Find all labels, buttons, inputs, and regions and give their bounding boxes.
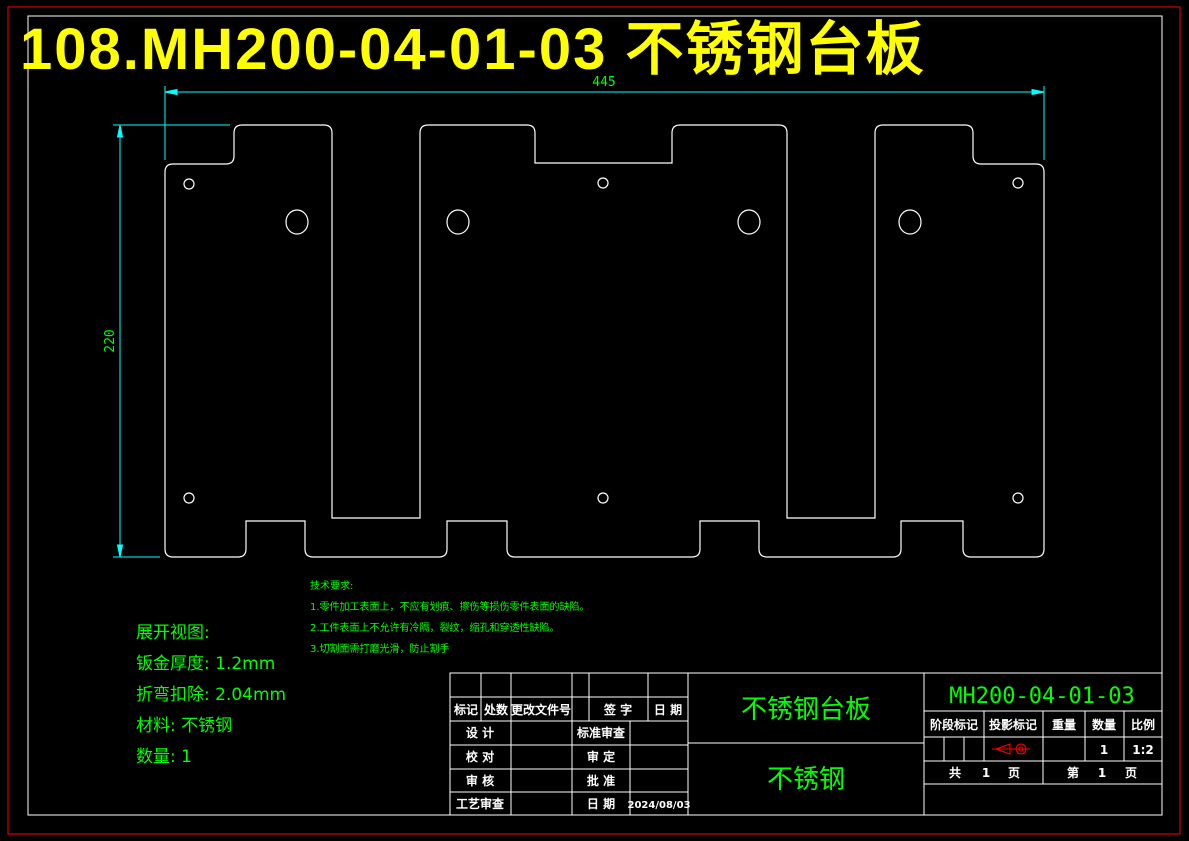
weight-label: 重量: [1052, 717, 1076, 732]
qty-label: 数量: [1092, 717, 1116, 732]
total-value: 1: [982, 766, 990, 780]
hdr-mark: 标记: [453, 702, 478, 717]
projection-label: 投影标记: [989, 717, 1037, 732]
total-unit: 页: [1008, 766, 1020, 780]
approve-fix-label: 审 定: [587, 749, 615, 764]
quantity: 数量: 1: [136, 747, 192, 767]
hole: [898, 209, 922, 235]
hole: [597, 492, 609, 504]
material-name: 不锈钢: [767, 765, 845, 795]
std-review-label: 标准审查: [576, 725, 626, 740]
sheet-unit: 页: [1125, 766, 1137, 780]
large-holes: [285, 209, 922, 235]
hdr-change-doc: 更改文件号: [511, 702, 571, 717]
stage-mark-label: 阶段标记: [930, 717, 978, 732]
dimension-height-label: 220: [103, 329, 118, 352]
tech-item: 1.零件加工表面上，不应有划痕、擦伤等损伤零件表面的缺陷。: [310, 602, 590, 613]
bend-deduction: 折弯扣除: 2.04mm: [136, 685, 287, 705]
drawing-number: MH200-04-01-03: [949, 684, 1134, 709]
tech-heading: 技术要求:: [310, 581, 354, 592]
review-label: 审 核: [466, 773, 494, 788]
hole: [1012, 177, 1024, 189]
hdr-date: 日 期: [654, 702, 682, 717]
sheet-value: 1: [1098, 766, 1106, 780]
sheet-thickness: 钣金厚度: 1.2mm: [136, 654, 276, 674]
hole: [183, 178, 195, 190]
scale-label: 比例: [1131, 717, 1155, 732]
date-value: 2024/08/03: [628, 800, 691, 811]
dimension-width: [164, 86, 1045, 160]
drawing-title: 108.MH200-04-01-03 不锈钢台板: [20, 17, 926, 82]
small-holes: [183, 177, 1024, 504]
check-label: 校 对: [466, 749, 494, 764]
hole: [446, 209, 470, 235]
hdr-sign: 签 字: [603, 702, 632, 717]
design-label: 设 计: [466, 725, 494, 740]
hole: [1012, 492, 1024, 504]
hdr-count: 处数: [483, 702, 509, 717]
unfold-heading: 展开视图:: [136, 623, 210, 643]
part-name: 不锈钢台板: [741, 695, 871, 725]
tech-item: 3.切割面需打磨光滑，防止割手: [310, 644, 450, 655]
material: 材料: 不锈钢: [136, 716, 233, 736]
hole: [737, 209, 761, 235]
hole: [285, 209, 309, 235]
sheet-label: 第: [1067, 765, 1079, 780]
process-label: 工艺审查: [456, 796, 505, 811]
hole: [597, 177, 609, 189]
approve-label: 批 准: [587, 773, 615, 788]
projection-symbol-icon: [992, 743, 1030, 755]
date-label: 日 期: [587, 796, 615, 811]
hole: [183, 492, 195, 504]
technical-requirements: 技术要求: 1.零件加工表面上，不应有划痕、擦伤等损伤零件表面的缺陷。 2.工件…: [310, 576, 590, 660]
tech-item: 2.工件表面上不允许有冷隔，裂纹，缩孔和穿透性缺陷。: [310, 623, 560, 634]
scale-value: 1:2: [1132, 743, 1154, 757]
unfold-info: 展开视图: 钣金厚度: 1.2mm 折弯扣除: 2.04mm 材料: 不锈钢 数…: [136, 618, 286, 773]
part-outline: [164, 124, 1045, 558]
total-label: 共: [949, 765, 961, 780]
qty-value: 1: [1100, 743, 1108, 757]
dimension-height: [113, 124, 230, 558]
